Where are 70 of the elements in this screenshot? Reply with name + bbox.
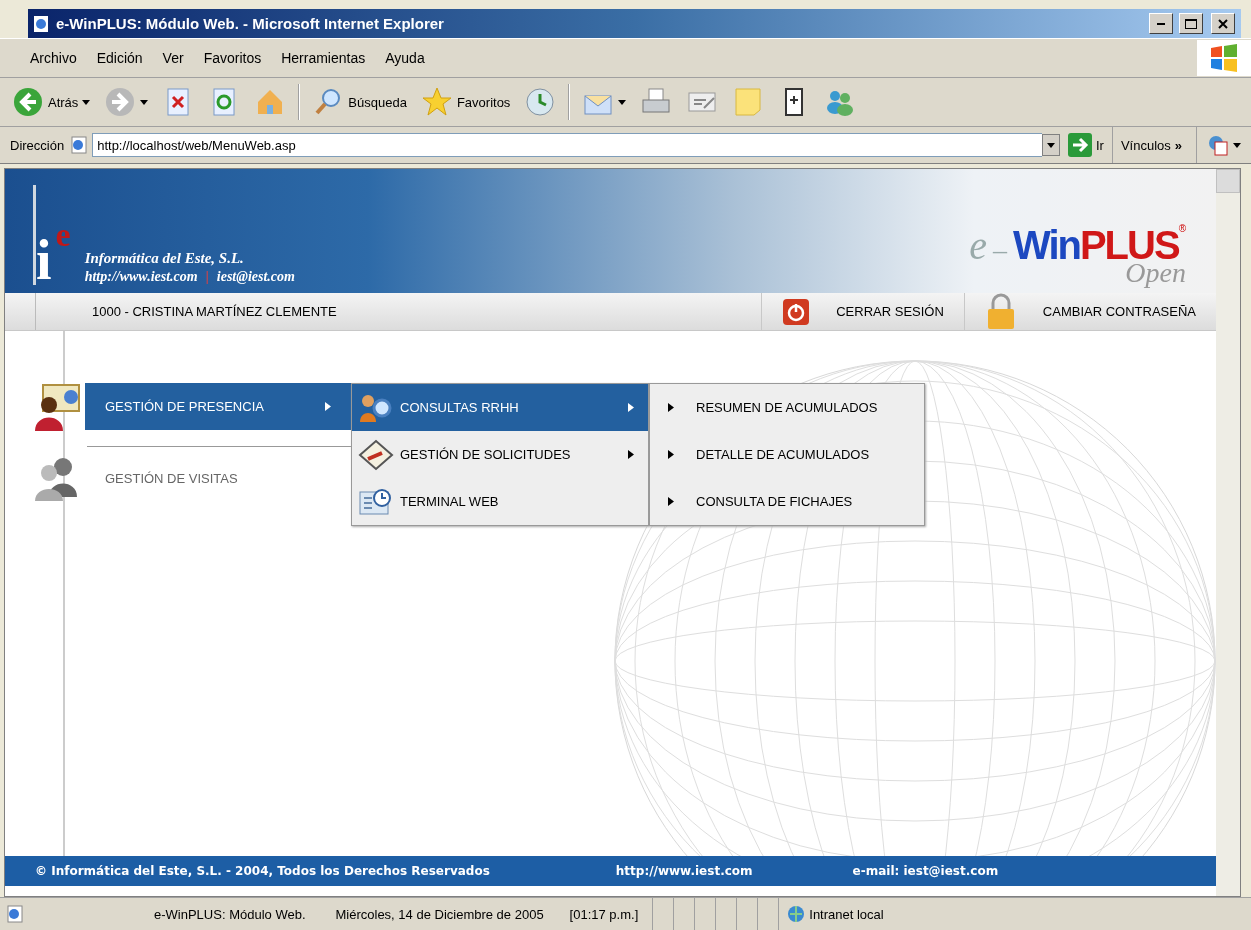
logo-letter: e — [55, 218, 71, 252]
company-name: Informática del Este, S.L. — [84, 250, 245, 267]
favorites-button[interactable]: Favoritos — [418, 84, 513, 120]
submenu-item[interactable]: CONSULTA DE FICHAJES — [650, 478, 924, 525]
star-icon — [420, 86, 453, 118]
menu-item[interactable]: Favoritos — [193, 50, 272, 66]
arrow-icon — [668, 450, 674, 459]
arrow-icon — [628, 403, 634, 412]
go-button[interactable]: Ir — [1065, 131, 1106, 159]
status-date: Miércoles, 14 de Diciembre de 2005 — [335, 906, 544, 922]
submenu-item[interactable]: DETALLE DE ACUMULADOS — [650, 431, 924, 478]
caret-icon — [140, 99, 149, 105]
window-title: e-WinPLUS: Módulo Web. - Microsoft Internet Explorer — [56, 15, 445, 32]
menu-item[interactable]: GESTIÓN DE VISITAS — [85, 453, 351, 509]
caret-icon — [1233, 142, 1241, 148]
document-hand-icon — [358, 438, 394, 471]
product-logo-letter: e — [969, 222, 987, 269]
arrow-icon — [668, 403, 674, 412]
menu-item[interactable]: GESTIÓN DE PRESENCIA — [85, 383, 351, 430]
pdf-icon — [1207, 134, 1229, 156]
search-button[interactable]: Búsqueda — [310, 84, 409, 120]
registered-mark: ® — [1178, 223, 1186, 234]
maximize-button[interactable] — [1179, 13, 1203, 34]
address-field[interactable]: http://localhost/web/MenuWeb.asp — [92, 133, 1042, 157]
footer-email[interactable]: e-mail: iest@iest.com — [852, 864, 999, 878]
minimize-icon — [1157, 22, 1165, 25]
close-button[interactable] — [1211, 13, 1235, 34]
page-icon — [6, 905, 24, 923]
back-button[interactable]: Atrás — [10, 84, 93, 120]
logo-letter: i — [36, 234, 52, 285]
footer-link[interactable]: http://www.iest.com — [615, 864, 753, 878]
close-icon — [1218, 18, 1228, 29]
page-icon — [70, 136, 89, 154]
globe-icon — [787, 905, 806, 923]
history-icon — [524, 86, 557, 118]
arrow-icon — [668, 497, 674, 506]
caret-icon — [618, 99, 627, 105]
submenu-item[interactable]: GESTIÓN DE SOLICITUDES — [352, 431, 648, 478]
menu-item[interactable]: Edición — [86, 50, 153, 66]
arrow-icon — [325, 402, 331, 411]
links-label[interactable]: Vínculos — [1120, 137, 1171, 153]
menu-item[interactable]: Archivo — [20, 50, 87, 66]
menu-item[interactable]: Ver — [152, 50, 194, 66]
caret-icon — [1046, 142, 1055, 148]
menu-item[interactable]: Herramientas — [271, 50, 376, 66]
zone-text: Intranet local — [809, 906, 884, 922]
submenu-item[interactable]: CONSULTAS RRHH — [352, 384, 648, 431]
user-name: 1000 - CRISTINA MARTÍNEZ CLEMENTE — [35, 293, 762, 330]
caret-icon — [82, 99, 91, 105]
status-time: [01:17 p.m.] — [569, 906, 639, 922]
arrow-icon — [628, 450, 634, 459]
submenu-item[interactable]: RESUMEN DE ACUMULADOS — [650, 384, 924, 431]
status-text: e-WinPLUS: Módulo Web. — [154, 906, 306, 922]
company-website: http://www.iest.com — [84, 269, 198, 285]
scrollbar[interactable] — [1216, 169, 1240, 896]
maximize-icon — [1185, 18, 1197, 29]
separator: | — [205, 269, 209, 285]
submenu-item[interactable]: TERMINAL WEB — [352, 478, 648, 525]
address-label: Dirección — [10, 137, 65, 153]
power-icon — [782, 297, 811, 326]
company-email: iest@iest.com — [216, 269, 295, 285]
menu-item[interactable]: Ayuda — [375, 50, 435, 66]
chevron[interactable]: » — [1174, 137, 1182, 153]
minimize-button[interactable] — [1149, 13, 1173, 34]
browser-icon — [32, 14, 50, 33]
copyright-text: © Informática del Este, S.L. - 2004, Todos los Derechos Reservados — [35, 864, 490, 878]
product-logo-text: Win — [1013, 223, 1080, 268]
logout-button[interactable]: CERRAR SESIÓN — [761, 293, 964, 330]
password-button[interactable]: CAMBIAR CONTRASEÑA — [963, 293, 1216, 330]
product-logo-dash: – — [993, 234, 1007, 266]
